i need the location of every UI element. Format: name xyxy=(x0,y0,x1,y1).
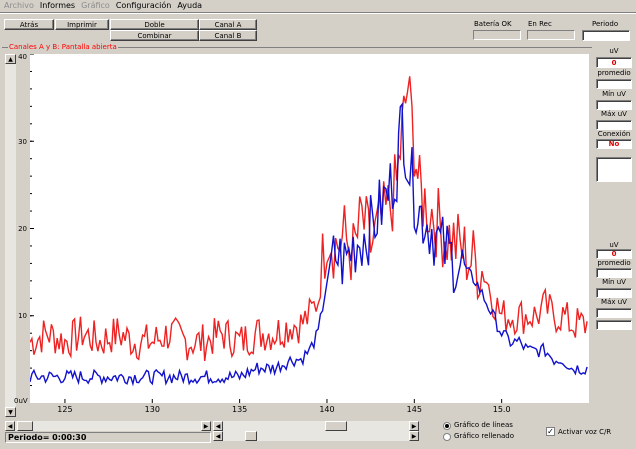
x-tick-145: 145 xyxy=(406,405,422,414)
menu-separator xyxy=(0,12,636,14)
hscroll-mid2-right-icon[interactable]: ▶ xyxy=(409,431,419,441)
hscroll-mid[interactable]: ◀ ▶ xyxy=(213,421,419,431)
periodo-status-box: Periodo= 0:00:30 xyxy=(5,432,211,443)
menu-grafico[interactable]: Gráfico xyxy=(81,0,110,12)
side-b-max-field xyxy=(596,308,632,318)
imprimir-button[interactable]: Imprimir xyxy=(55,19,109,30)
x-tick-15.0: 15.0 xyxy=(492,405,511,414)
combinar-button[interactable]: Combinar xyxy=(110,30,199,41)
periodo-field[interactable] xyxy=(582,30,630,41)
side-b-promedio: promedio xyxy=(597,259,631,267)
doble-button[interactable]: Doble xyxy=(110,19,199,30)
x-tick-135: 135 xyxy=(231,405,248,414)
hscroll-left-right-icon[interactable]: ▶ xyxy=(201,421,211,431)
side-b-value: 0 xyxy=(596,249,632,259)
x-tick-130: 130 xyxy=(144,405,160,414)
y-tick-30: 30 xyxy=(18,138,27,146)
hscroll-left-thumb[interactable] xyxy=(17,421,33,431)
bateria-indicator xyxy=(473,30,521,40)
y-unit-label: 0uV xyxy=(14,397,28,405)
canal-a-button[interactable]: Canal A xyxy=(199,19,257,30)
side-b-extra-field xyxy=(596,320,632,330)
side-a-blank-box xyxy=(596,157,632,182)
hscroll-mid-left-icon[interactable]: ◀ xyxy=(213,421,223,431)
grafico-lineas-label: Gráfico de líneas xyxy=(454,421,513,429)
menu-archivo[interactable]: Archivo xyxy=(4,0,34,12)
x-tick-140: 140 xyxy=(319,405,335,414)
conexion-label: Conexión xyxy=(597,130,631,138)
bateria-label: Batería OK xyxy=(474,20,512,28)
side-a-max-field xyxy=(596,120,632,130)
menu-informes[interactable]: Informes xyxy=(40,0,75,12)
side-b-min: Mín uV xyxy=(602,278,626,286)
menu-configuracion[interactable]: Configuración xyxy=(116,0,172,12)
x-tick-125: 125 xyxy=(57,405,73,414)
hscroll-mid-thumb[interactable] xyxy=(325,421,347,431)
side-a-unit: uV xyxy=(609,47,619,55)
hscroll-mid-right-icon[interactable]: ▶ xyxy=(409,421,419,431)
menu-bar: Archivo Informes Gráfico Configuración A… xyxy=(0,0,636,12)
periodo-status: Periodo= 0:00:30 xyxy=(8,433,87,442)
side-b-promedio-field xyxy=(596,268,632,278)
series-channel-b xyxy=(29,102,588,387)
scroll-down-icon[interactable]: ▼ xyxy=(5,407,16,417)
plot-area xyxy=(29,53,589,403)
y-tick-10: 10 xyxy=(18,312,27,320)
vertical-scrollbar[interactable]: ▲ ▼ xyxy=(5,54,16,417)
canal-b-button[interactable]: Canal B xyxy=(199,30,257,41)
radio-grafico-rellenado[interactable] xyxy=(443,433,451,441)
hscroll-left-left-icon[interactable]: ◀ xyxy=(5,421,15,431)
side-a-max: Máx uV xyxy=(601,110,627,118)
side-a-value: 0 xyxy=(596,57,632,68)
activar-voz-checkbox[interactable]: ✓ xyxy=(546,427,555,436)
en-rec-indicator xyxy=(527,30,575,40)
side-a-promedio: promedio xyxy=(597,69,631,77)
side-b-max: Máx uV xyxy=(601,298,627,306)
hscroll-mid2-left-icon[interactable]: ◀ xyxy=(213,431,223,441)
hscroll-mid2[interactable]: ◀ ▶ xyxy=(213,431,419,441)
eeg-chart xyxy=(29,53,588,403)
y-tick-40: 40 xyxy=(18,53,27,61)
side-a-promedio-field xyxy=(596,79,632,89)
y-tick-20: 20 xyxy=(18,225,27,233)
activar-voz-label: Activar voz C/R xyxy=(558,428,612,436)
menu-ayuda[interactable]: Ayuda xyxy=(177,0,202,12)
side-b-unit: uV xyxy=(609,241,619,249)
hscroll-mid2-thumb[interactable] xyxy=(245,431,257,441)
periodo-label: Periodo xyxy=(592,20,619,28)
grafico-rellenado-label: Gráfico rellenado xyxy=(454,432,515,440)
series-channel-a xyxy=(29,76,588,361)
en-rec-label: En Rec xyxy=(528,20,552,28)
side-a-min: Mín uV xyxy=(602,90,626,98)
hscroll-left[interactable]: ◀ ▶ xyxy=(5,421,211,431)
side-b-min-field xyxy=(596,288,632,298)
radio-grafico-lineas[interactable] xyxy=(443,422,451,430)
atras-button[interactable]: Atrás xyxy=(4,19,54,30)
group-title: Canales A y B: Pantalla abierta xyxy=(8,43,118,51)
conexion-value: No xyxy=(596,139,632,149)
side-a-min-field xyxy=(596,100,632,110)
